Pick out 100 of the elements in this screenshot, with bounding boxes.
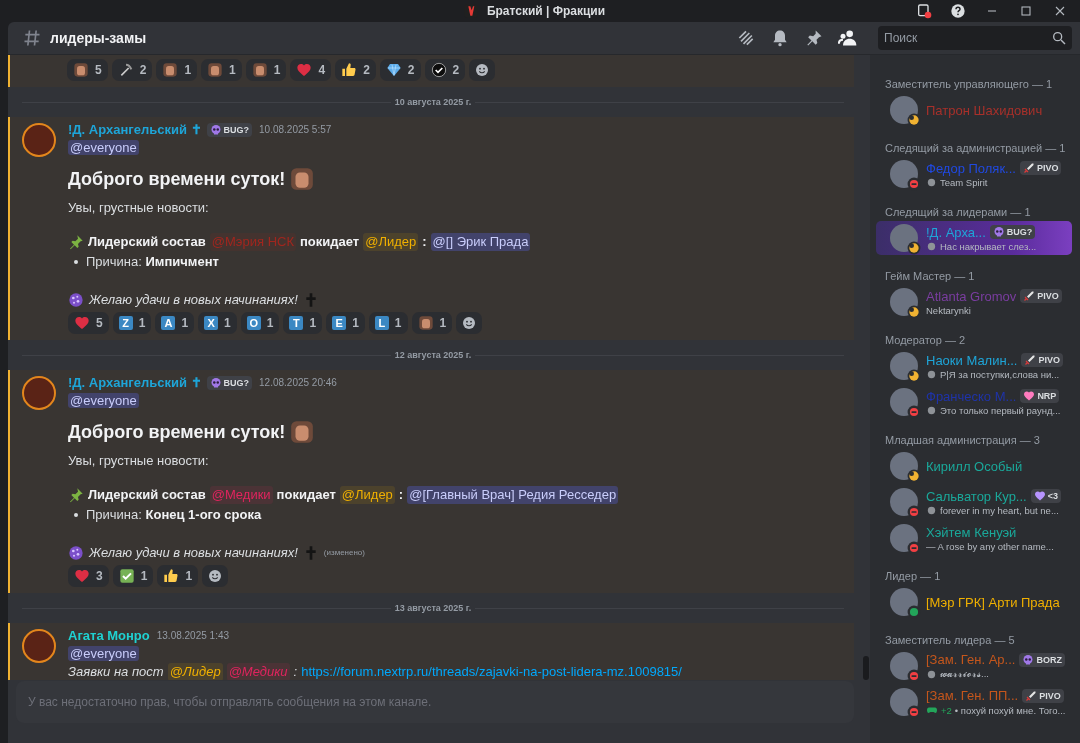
skull-icon [209, 377, 222, 389]
message-text: Увы, грустные новости: [68, 200, 209, 215]
disco-ball-icon [68, 545, 84, 561]
user-mention[interactable]: @[] Эрик Прада [430, 233, 531, 251]
everyone-mention[interactable]: @everyone [68, 393, 139, 408]
heading-text: Доброго времени суток! [68, 170, 286, 188]
edited-label: (изменено) [323, 547, 365, 559]
guild-tag: <3 [1030, 489, 1061, 503]
checkmark-icon [118, 568, 135, 584]
reaction-button[interactable]: 2 [424, 59, 466, 81]
reaction-button[interactable]: 2 [335, 59, 376, 81]
everyone-mention[interactable]: @everyone [68, 646, 139, 661]
reaction-button[interactable]: 5 [68, 312, 109, 334]
member-name[interactable]: Сальватор Кур... [926, 488, 1027, 504]
thumbs-up-icon [341, 62, 358, 78]
inbox-icon[interactable] [916, 3, 932, 19]
member-name[interactable]: !Д. Арха... [926, 224, 986, 240]
activity-status: Nektarynki [926, 304, 971, 316]
italic-text: : [293, 663, 298, 680]
letter-emoji: O [246, 316, 261, 330]
letter-emoji: A [161, 316, 176, 330]
member-name[interactable]: Хэйтем Кенуэй [926, 524, 1017, 540]
reaction-button[interactable]: O 1 [240, 312, 280, 334]
italic-text: Желаю удачи в новых начинаниях! [89, 291, 298, 309]
role-group-header: Следящий за лидерами — 1 [885, 205, 1032, 219]
picture-icon [207, 62, 224, 78]
members-icon[interactable] [838, 28, 858, 48]
guild-tag: PIVO [1020, 289, 1062, 303]
link[interactable]: https://forum.nextrp.ru/threads/zajavki-na-post-lidera-mz.1009815/ [301, 663, 682, 680]
guild-tag: PIVO [1021, 353, 1063, 367]
heart-icon [74, 568, 90, 584]
activity-status: — A rose by any other name... [926, 540, 1054, 552]
reaction-button[interactable]: X 1 [198, 312, 237, 334]
member-row[interactable]: !Д. Арха... BUG? Нас накрывает слез... [876, 221, 1072, 255]
window-title: Братский | Фракции [486, 4, 606, 18]
role-group-header: Гейм Мастер — 1 [885, 269, 976, 283]
guild-tag: BUG? [206, 376, 252, 390]
reaction-button[interactable]: 5 [67, 59, 108, 81]
guild-tag: BUG? [206, 123, 252, 137]
maximize-icon[interactable] [1018, 3, 1034, 19]
help-icon[interactable] [950, 3, 966, 19]
reaction-button[interactable]: 3 [68, 565, 109, 587]
scrollbar-thumb[interactable] [863, 656, 869, 680]
add-reaction-button[interactable] [456, 312, 483, 334]
role-mention[interactable]: @Лидер [339, 486, 395, 504]
avatar[interactable] [22, 123, 56, 157]
reaction-button[interactable]: 1 [157, 565, 199, 587]
reaction-button[interactable]: 1 [112, 565, 154, 587]
pin-icon[interactable] [804, 28, 824, 48]
role-mention[interactable]: @Лидер [167, 663, 223, 680]
search-field[interactable]: Поиск [878, 26, 1072, 50]
picture-icon [162, 62, 179, 78]
reaction-button[interactable]: T 1 [283, 312, 323, 334]
sword-icon [1024, 354, 1037, 366]
timestamp: 13.08.2025 1:43 [156, 629, 230, 643]
reaction-button[interactable]: Z 1 [112, 312, 152, 334]
add-reaction-button[interactable] [202, 565, 229, 587]
pushpin-icon [68, 487, 84, 503]
reaction-button[interactable]: 2 [379, 59, 421, 81]
reaction-button[interactable]: A 1 [155, 312, 195, 334]
reaction-button[interactable]: L 1 [368, 312, 408, 334]
reaction-button[interactable]: 1 [156, 59, 198, 81]
check-badge-icon [430, 62, 447, 78]
reaction-button[interactable]: 1 [411, 312, 453, 334]
pushpin-icon [68, 234, 84, 250]
channel-name: лидеры-замы [50, 30, 147, 46]
guild-tag: BORZ [1019, 652, 1065, 667]
member-name[interactable]: [Мэр ГРК] Арти Прада [926, 594, 1060, 610]
role-mention[interactable]: @Лидер [363, 233, 419, 251]
heart-icon [1023, 390, 1036, 402]
member-name[interactable]: Наоки Малин... [926, 352, 1018, 368]
everyone-mention[interactable]: @everyone [68, 140, 139, 155]
username[interactable]: !Д. Архангельский ✝ [68, 374, 202, 392]
member-name[interactable]: Кирилл Особый [926, 458, 1023, 474]
threads-icon[interactable] [736, 28, 756, 48]
activity-status: • похуй похуй мне. Того... [954, 704, 1066, 716]
reaction-button[interactable]: 1 [201, 59, 242, 81]
reaction-button[interactable]: E 1 [326, 312, 365, 334]
role-group-header: Лидер — 1 [885, 569, 942, 583]
add-reaction-button[interactable] [469, 59, 496, 81]
gem-icon [385, 62, 402, 78]
reaction-button[interactable]: 1 [245, 59, 287, 81]
avatar[interactable] [22, 376, 56, 410]
bullet-icon [74, 513, 78, 517]
username[interactable]: !Д. Архангельский ✝ [68, 121, 202, 139]
thumbs-up-icon [163, 568, 180, 584]
picture-icon [73, 62, 89, 78]
sword-icon [1025, 689, 1038, 702]
hash-icon [22, 28, 42, 48]
timestamp: 10.08.2025 5:57 [259, 123, 332, 137]
skull-icon [1022, 653, 1035, 666]
letter-emoji: T [289, 316, 304, 330]
username[interactable]: Агата Монро [68, 627, 150, 645]
user-mention[interactable]: @[Главный Врач] Редия Ресседер [407, 486, 619, 504]
reaction-button[interactable]: 2 [111, 59, 153, 81]
reaction-button[interactable]: 4 [290, 59, 332, 81]
avatar[interactable] [22, 629, 56, 663]
bold-text: : [422, 233, 427, 251]
smiley-icon [474, 62, 491, 78]
letter-emoji: E [332, 316, 347, 330]
